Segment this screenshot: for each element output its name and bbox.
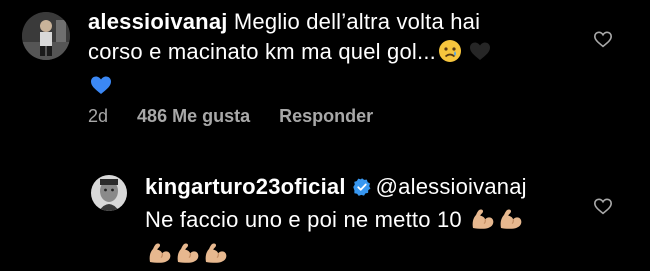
reply-button[interactable]: Responder — [279, 106, 373, 126]
mention-link[interactable]: @alessioivanaj — [376, 174, 527, 199]
username[interactable]: kingarturo23oficial — [145, 174, 346, 199]
reply-line-3 — [145, 239, 595, 271]
comment-text-line1: Meglio dell’altra volta hai — [233, 9, 481, 34]
flexed-biceps-emoji — [147, 241, 173, 271]
comment-line-1: alessioivanaj Meglio dell’altra volta ha… — [88, 7, 588, 37]
comment-text-line2: corso e macinato km ma quel gol... — [88, 39, 436, 64]
crying-face-emoji — [438, 39, 462, 71]
black-heart-emoji — [468, 39, 492, 71]
reply-body: kingarturo23oficial @alessioivanaj Ne fac… — [145, 172, 595, 271]
timestamp: 2d — [88, 106, 109, 126]
flexed-biceps-emoji — [175, 241, 201, 271]
like-heart-icon[interactable] — [593, 30, 613, 53]
avatar[interactable] — [22, 12, 70, 60]
verified-badge-icon — [352, 175, 372, 205]
comment-meta: 2d 486 Me gusta Responder — [88, 106, 397, 127]
reply-line-2: Ne faccio uno e poi ne metto 10 — [145, 205, 595, 239]
blue-heart-emoji — [88, 73, 114, 105]
reply-text-line1: Ne faccio uno e poi ne metto 10 — [145, 207, 462, 232]
flexed-biceps-emoji — [498, 207, 524, 239]
username[interactable]: alessioivanaj — [88, 9, 228, 34]
flexed-biceps-emoji — [203, 241, 229, 271]
like-count[interactable]: 486 Me gusta — [137, 106, 250, 126]
comment-body: alessioivanaj Meglio dell’altra volta ha… — [88, 7, 588, 105]
flexed-biceps-emoji — [470, 207, 496, 239]
comment-line-2: corso e macinato km ma quel gol... — [88, 37, 588, 71]
avatar-photo-icon — [22, 12, 70, 60]
avatar[interactable] — [91, 175, 127, 211]
comment-line-3 — [88, 71, 588, 105]
flexed-biceps-group — [145, 241, 229, 266]
reply-line-1: kingarturo23oficial @alessioivanaj — [145, 172, 595, 205]
like-heart-icon[interactable] — [593, 197, 613, 220]
avatar-photo-icon — [91, 175, 127, 211]
comment-thread: alessioivanaj Meglio dell’altra volta ha… — [0, 0, 650, 271]
reply-kingarturo23oficial: kingarturo23oficial @alessioivanaj Ne fac… — [0, 165, 650, 271]
comment-alessioivanaj: alessioivanaj Meglio dell’altra volta ha… — [0, 0, 650, 140]
flexed-biceps-group — [468, 207, 524, 232]
